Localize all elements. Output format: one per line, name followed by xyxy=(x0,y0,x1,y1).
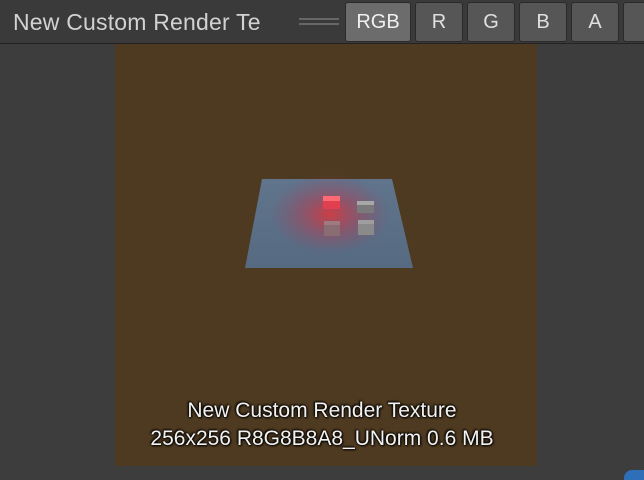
channel-extra-button[interactable] xyxy=(623,2,644,42)
cube-right-top-face xyxy=(357,201,374,205)
drag-handle-line xyxy=(299,18,339,20)
channel-g-button[interactable]: G xyxy=(467,2,515,42)
preview-header: New Custom Render Te RGB R G B A xyxy=(0,0,644,44)
channel-b-button[interactable]: B xyxy=(519,2,567,42)
drag-handle-icon[interactable] xyxy=(299,17,339,27)
preview-area: New Custom Render Texture 256x256 R8G8B8… xyxy=(0,44,644,480)
channel-a-button[interactable]: A xyxy=(571,2,619,42)
texture-name-label: New Custom Render Texture xyxy=(187,399,457,422)
channel-r-button[interactable]: R xyxy=(415,2,463,42)
channel-toggle-group: RGB R G B A xyxy=(345,2,644,42)
cube-right-bottom-shade xyxy=(358,220,374,224)
texture-details-label: 256x256 R8G8B8A8_UNorm 0.6 MB xyxy=(150,427,494,450)
cube-left-top-face xyxy=(323,196,340,201)
cube-left-bottom-shade xyxy=(324,221,340,225)
window-title: New Custom Render Te xyxy=(13,9,261,35)
light-glow xyxy=(270,174,390,254)
texture-preview-window: New Custom Render Te RGB R G B A New Cus… xyxy=(0,0,644,480)
channel-rgb-button[interactable]: RGB xyxy=(345,2,411,42)
drag-handle-line xyxy=(299,23,339,25)
corner-badge-icon[interactable] xyxy=(624,470,644,480)
